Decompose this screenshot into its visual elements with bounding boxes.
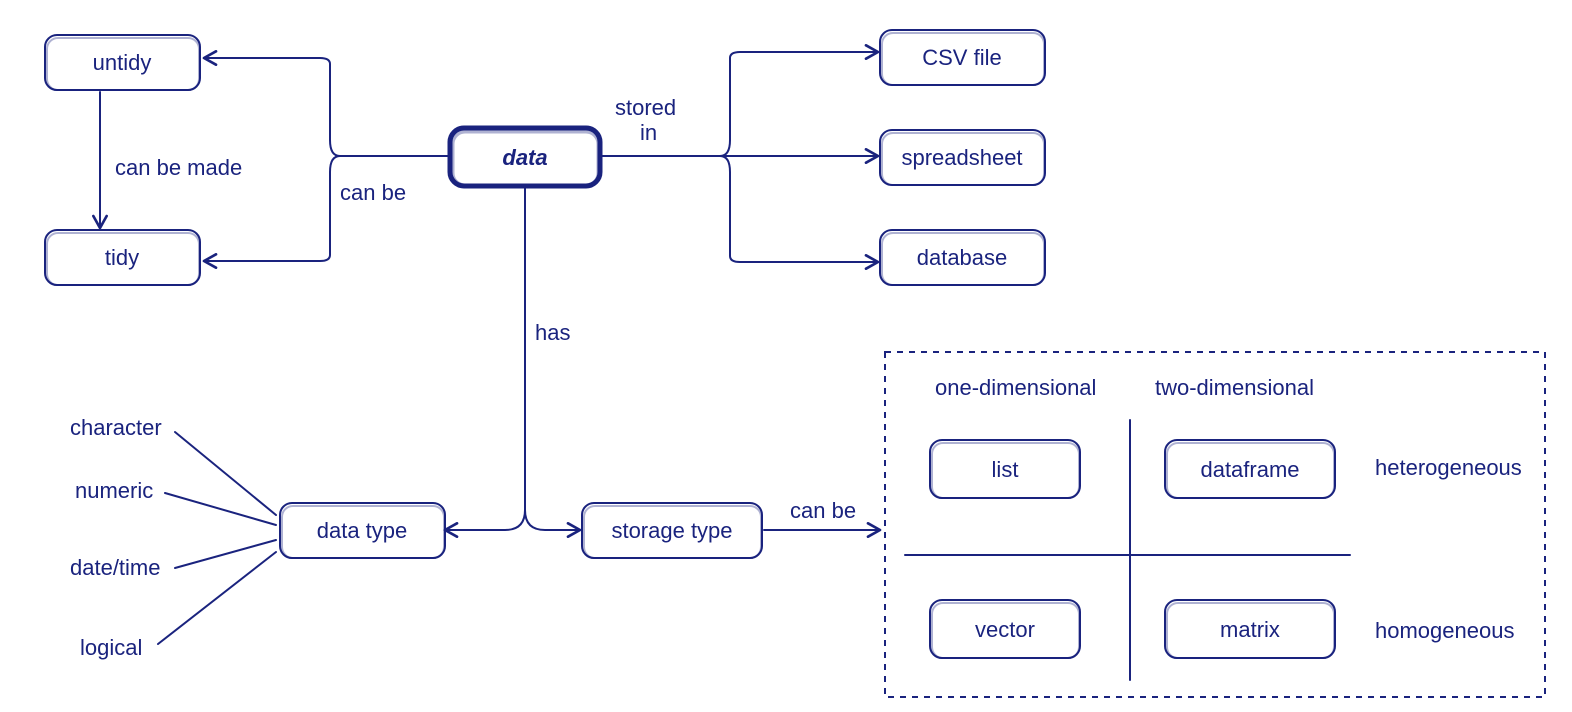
quadrant-row1: heterogeneous <box>1375 455 1522 480</box>
edge-stored-in-label-1: stored <box>615 95 676 120</box>
edge-can-be-made-label: can be made <box>115 155 242 180</box>
node-data-label: data <box>502 145 547 170</box>
node-untidy: untidy <box>45 35 200 90</box>
node-spreadsheet-label: spreadsheet <box>901 145 1022 170</box>
node-dataframe-label: dataframe <box>1200 457 1299 482</box>
node-matrix-label: matrix <box>1220 617 1280 642</box>
node-data-type-label: data type <box>317 518 408 543</box>
leaf-numeric: numeric <box>75 478 153 503</box>
node-list: list <box>930 440 1080 498</box>
edge-canbe-label: can be <box>340 180 406 205</box>
quadrant-col1: one-dimensional <box>935 375 1096 400</box>
concept-map: data untidy tidy can be made can be CSV … <box>0 0 1572 712</box>
node-spreadsheet: spreadsheet <box>880 130 1045 185</box>
leaf-character: character <box>70 415 162 440</box>
quadrant-col2: two-dimensional <box>1155 375 1314 400</box>
edge-stored-in: stored in <box>602 52 878 262</box>
edge-has: has <box>445 188 580 530</box>
storage-quadrant-panel: one-dimensional two-dimensional heteroge… <box>885 352 1545 697</box>
leaves-data-type: character numeric date/time logical <box>70 415 276 660</box>
leaf-logical: logical <box>80 635 142 660</box>
node-vector-label: vector <box>975 617 1035 642</box>
node-tidy-label: tidy <box>105 245 139 270</box>
edge-has-label: has <box>535 320 570 345</box>
node-database: database <box>880 230 1045 285</box>
quadrant-row2: homogeneous <box>1375 618 1514 643</box>
node-storage-type: storage type <box>582 503 762 558</box>
node-vector: vector <box>930 600 1080 658</box>
edge-stored-in-label-2: in <box>640 120 657 145</box>
node-dataframe: dataframe <box>1165 440 1335 498</box>
node-csv: CSV file <box>880 30 1045 85</box>
node-database-label: database <box>917 245 1008 270</box>
edge-storage-canbe: can be <box>764 498 880 530</box>
node-data: data <box>450 128 600 186</box>
node-list-label: list <box>992 457 1019 482</box>
node-tidy: tidy <box>45 230 200 285</box>
node-matrix: matrix <box>1165 600 1335 658</box>
leaf-datetime: date/time <box>70 555 161 580</box>
node-untidy-label: untidy <box>93 50 152 75</box>
node-storage-type-label: storage type <box>611 518 732 543</box>
edge-storage-canbe-label: can be <box>790 498 856 523</box>
node-data-type: data type <box>280 503 445 558</box>
node-csv-label: CSV file <box>922 45 1001 70</box>
